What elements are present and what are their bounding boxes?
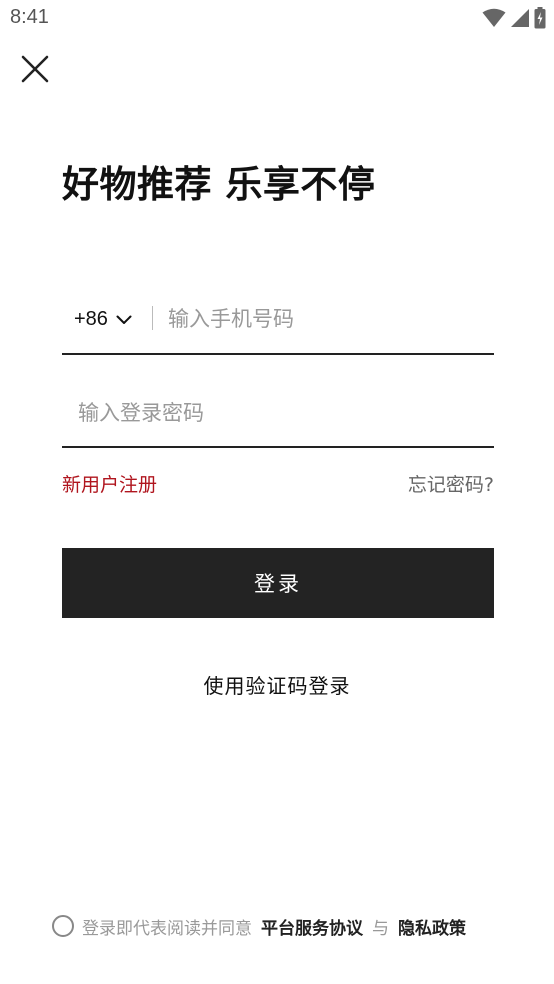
password-input[interactable]	[78, 394, 478, 432]
close-icon	[21, 55, 49, 87]
password-field-row	[62, 386, 494, 448]
field-divider	[152, 306, 153, 330]
page-title: 好物推荐 乐享不停	[62, 163, 376, 206]
cellular-signal-icon	[510, 8, 530, 28]
agreement-and: 与	[372, 918, 389, 939]
register-link[interactable]: 新用户注册	[62, 470, 157, 497]
agreement-prefix: 登录即代表阅读并同意	[82, 918, 252, 939]
status-bar: 8:41	[0, 0, 554, 38]
sms-login-link[interactable]: 使用验证码登录	[204, 674, 351, 698]
login-button[interactable]: 登录	[62, 548, 494, 618]
agree-checkbox[interactable]	[52, 915, 74, 937]
country-code-selector[interactable]: +86	[74, 306, 132, 332]
wifi-icon	[482, 8, 506, 28]
terms-link[interactable]: 平台服务协议	[261, 914, 363, 939]
phone-input[interactable]	[168, 300, 484, 338]
country-code-value: +86	[74, 307, 108, 330]
agreement-row: 登录即代表阅读并同意 平台服务协议 与 隐私政策	[52, 912, 466, 940]
privacy-link[interactable]: 隐私政策	[398, 914, 466, 939]
status-icons	[482, 7, 546, 29]
close-button[interactable]	[16, 52, 54, 90]
chevron-down-icon	[116, 310, 132, 329]
sms-login-row: 使用验证码登录	[0, 670, 554, 699]
phone-field-row: +86	[62, 292, 494, 355]
battery-charging-icon	[534, 7, 546, 29]
forgot-password-link[interactable]: 忘记密码?	[408, 470, 494, 497]
status-time: 8:41	[10, 6, 49, 28]
